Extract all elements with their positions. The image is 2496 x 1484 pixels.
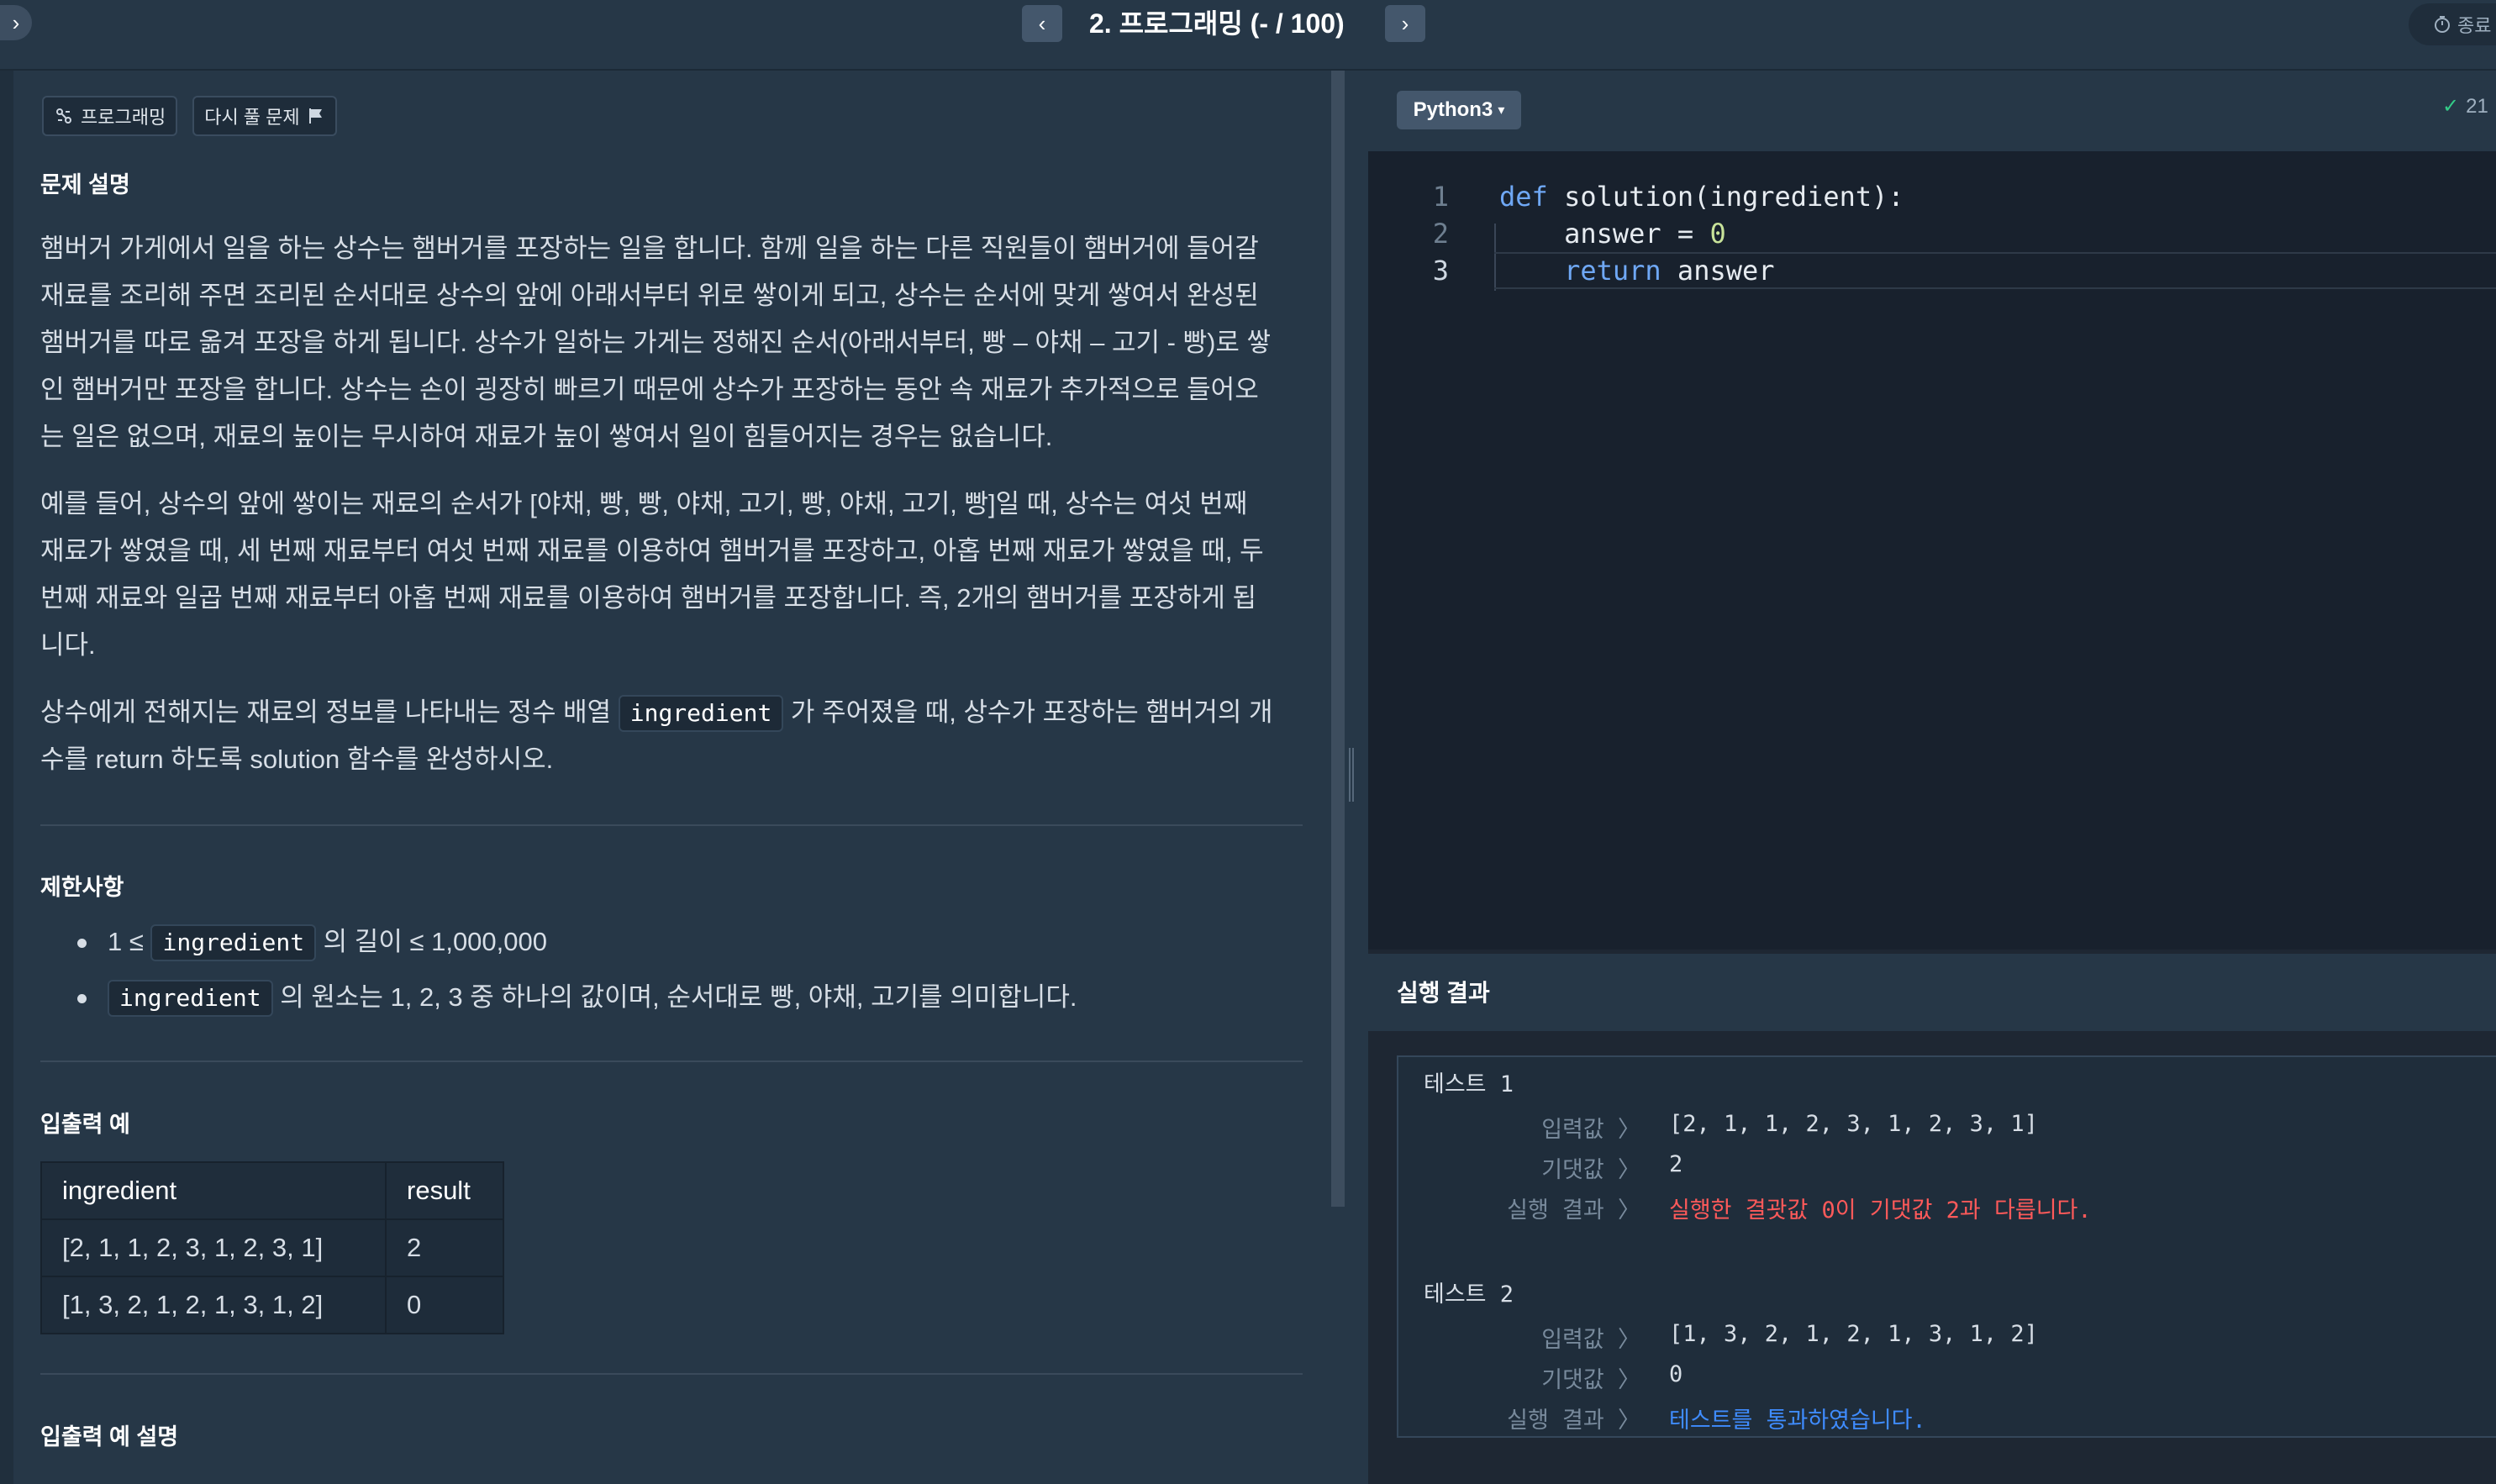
input-value: [1, 3, 2, 1, 2, 1, 3, 1, 2] [1669, 1321, 2038, 1347]
flag-icon [308, 108, 322, 124]
expected-value: 2 [1669, 1151, 1683, 1177]
result-title: 실행 결과 [1397, 980, 1490, 1006]
chevron-left-icon: ‹ [1038, 10, 1046, 36]
problem-title: 2. 프로그래밍 (- / 100) [1089, 8, 1345, 39]
description-heading: 문제 설명 [40, 172, 130, 197]
category-tag[interactable]: 프로그래밍 [42, 96, 178, 136]
expected-label: 기댓값 〉 [1541, 1157, 1640, 1183]
problem-tags: 프로그래밍 다시 풀 문제 [42, 96, 337, 136]
left-gutter [0, 71, 13, 1484]
result-label: 실행 결과 〉 [1507, 1408, 1640, 1434]
code-text: answer = [1564, 218, 1710, 250]
chevron-right-icon: › [12, 9, 20, 35]
result-message-fail: 실행한 결괏값 0이 기댓값 2과 다릅니다. [1669, 1197, 2092, 1224]
table-header-row: ingredient result [40, 1161, 504, 1220]
io-example-heading: 입출력 예 [40, 1112, 130, 1137]
table-cell: 0 [385, 1276, 504, 1334]
expected-value: 0 [1669, 1361, 1683, 1387]
divider [40, 1373, 1303, 1375]
keyword: def [1499, 181, 1548, 213]
expected-label: 기댓값 〉 [1541, 1367, 1640, 1393]
constraint-item: 1 ≤ ingredient 의 길이 ≤ 1,000,000 [71, 918, 1077, 973]
desc-line: 인 햄버거만 포장을 합니다. 상수는 손이 굉장히 빠르기 때문에 상수가 포… [40, 375, 1259, 404]
desc-line: 니다. [40, 630, 96, 660]
inline-code: ingredient [618, 695, 784, 732]
code-text: answer [1661, 255, 1775, 287]
test-title: 테스트 2 [1424, 1281, 1514, 1308]
retry-problem-button[interactable]: 다시 풀 문제 [192, 96, 337, 136]
check-icon: ✓ [2442, 95, 2460, 118]
code-line[interactable]: 2 answer = 0 [1395, 215, 1726, 252]
saved-count: 21 [2466, 94, 2488, 118]
line-number: 3 [1432, 255, 1449, 287]
pane-resize-handle[interactable] [1349, 748, 1354, 802]
result-message-pass: 테스트를 통과하였습니다. [1669, 1408, 1926, 1434]
retry-label: 다시 풀 문제 [204, 107, 300, 128]
divider [40, 1060, 1303, 1062]
description-paragraph-1: 햄버거 가게에서 일을 하는 상수는 햄버거를 포장하는 일을 합니다. 함께 … [40, 225, 1301, 460]
line-number: 1 [1432, 181, 1449, 213]
desc-text: 상수에게 전해지는 재료의 정보를 나타내는 정수 배열 [40, 697, 619, 727]
desc-line: 예를 들어, 상수의 앞에 쌓이는 재료의 순서가 [야채, 빵, 빵, 야채,… [40, 489, 1248, 518]
language-select[interactable]: Python3 ▾ [1397, 91, 1521, 129]
table-row: [2, 1, 1, 2, 3, 1, 2, 3, 1] 2 [40, 1218, 504, 1277]
category-label: 프로그래밍 [81, 107, 166, 128]
description-paragraph-3: 상수에게 전해지는 재료의 정보를 나타내는 정수 배열 ingredient … [40, 689, 1301, 783]
editor-toolbar [1368, 71, 2496, 151]
table-cell: [2, 1, 1, 2, 3, 1, 2, 3, 1] [40, 1218, 387, 1277]
code-line[interactable]: 1 def solution(ingredient): [1395, 178, 1904, 215]
code-text: solution(ingredient): [1547, 181, 1904, 213]
number-literal: 0 [1709, 218, 1726, 250]
constraints-list: 1 ≤ ingredient 의 길이 ≤ 1,000,000 ingredie… [71, 918, 1077, 1029]
constraints-heading: 제한사항 [40, 875, 124, 900]
desc-line: 는 일은 없으며, 재료의 높이는 무시하여 재료가 높이 쌓여서 일이 힘들어… [40, 422, 1053, 451]
inline-code: ingredient [150, 924, 317, 961]
desc-text: 가 주어졌을 때, 상수가 포장하는 햄버거의 개 [783, 697, 1273, 727]
desc-line: 재료가 쌓였을 때, 세 번째 재료부터 여섯 번째 재료를 이용하여 햄버거를… [40, 536, 1264, 566]
test-title: 테스트 1 [1424, 1071, 1514, 1097]
language-label: Python3 [1413, 98, 1493, 121]
table-row: [1, 3, 2, 1, 2, 1, 3, 1, 2] 0 [40, 1276, 504, 1334]
divider [40, 824, 1303, 826]
constraint-text: 의 원소는 1, 2, 3 중 하나의 값이며, 순서대로 빵, 야채, 고기를… [272, 982, 1077, 1012]
constraint-text: 1 ≤ [108, 927, 151, 956]
input-label: 입력값 〉 [1541, 1117, 1640, 1143]
table-header-cell: ingredient [40, 1161, 387, 1220]
desc-line: 재료를 조리해 주면 조리된 순서대로 상수의 앞에 아래서부터 위로 쌓이게 … [40, 281, 1259, 310]
description-paragraph-2: 예를 들어, 상수의 앞에 쌓이는 재료의 순서가 [야채, 빵, 빵, 야채,… [40, 481, 1301, 669]
io-explanation-heading: 입출력 예 설명 [40, 1424, 179, 1450]
table-cell: 2 [385, 1218, 504, 1277]
timer-icon [2435, 16, 2450, 33]
result-label: 실행 결과 〉 [1507, 1197, 1640, 1224]
program-icon [56, 108, 71, 124]
desc-line: 번째 재료와 일곱 번째 재료부터 아홉 번째 재료를 이용하여 햄버거를 포장… [40, 583, 1257, 613]
save-status: ✓ 21 [2442, 94, 2488, 118]
line-number: 2 [1432, 218, 1449, 250]
keyword: return [1564, 255, 1661, 287]
table-header-cell: result [385, 1161, 504, 1220]
end-test-button[interactable]: 종료 [2409, 3, 2496, 45]
desc-line: 햄버거를 따로 옮겨 포장을 하게 됩니다. 상수가 일하는 가게는 정해진 순… [40, 328, 1272, 357]
input-label: 입력값 〉 [1541, 1327, 1640, 1353]
constraint-text: 의 길이 ≤ 1,000,000 [316, 927, 547, 956]
code-line[interactable]: 3 return answer [1395, 252, 1775, 289]
input-value: [2, 1, 1, 2, 3, 1, 2, 3, 1] [1669, 1111, 2038, 1137]
caret-down-icon: ▾ [1498, 103, 1505, 118]
constraint-item: ingredient 의 원소는 1, 2, 3 중 하나의 값이며, 순서대로… [71, 973, 1077, 1029]
result-header [1368, 954, 2496, 1031]
next-problem-button[interactable]: › [1385, 5, 1425, 42]
io-example-table: ingredient result [2, 1, 1, 2, 3, 1, 2, … [40, 1161, 504, 1334]
table-cell: [1, 3, 2, 1, 2, 1, 3, 1, 2] [40, 1276, 387, 1334]
desc-line: 수를 return 하도록 solution 함수를 완성하시오. [40, 745, 554, 774]
inline-code: ingredient [108, 980, 273, 1017]
end-label: 종료 [2457, 15, 2492, 36]
problem-scrollbar[interactable] [1331, 71, 1345, 1207]
chevron-right-icon: › [1401, 10, 1409, 36]
desc-line: 햄버거 가게에서 일을 하는 상수는 햄버거를 포장하는 일을 합니다. 함께 … [40, 234, 1259, 263]
prev-problem-button[interactable]: ‹ [1022, 5, 1062, 42]
